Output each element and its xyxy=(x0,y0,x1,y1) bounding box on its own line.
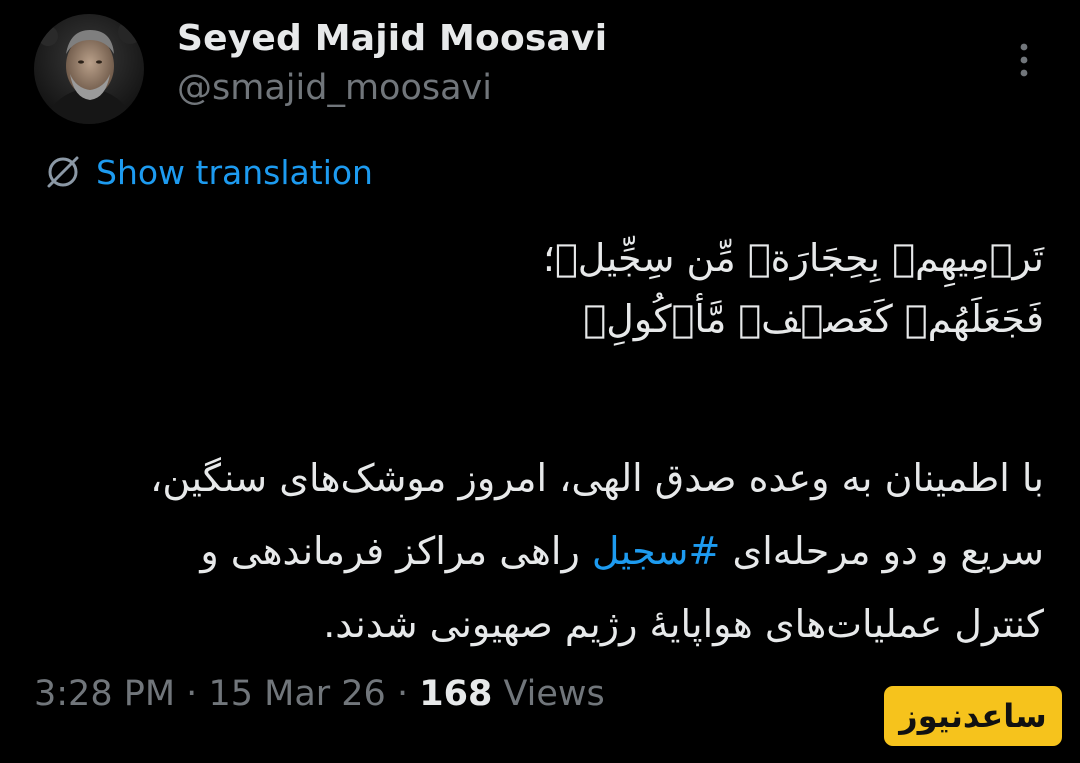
meta-separator: · xyxy=(396,674,409,714)
views-count[interactable]: 168 xyxy=(419,674,492,714)
more-options-button[interactable] xyxy=(1014,40,1034,80)
meta-separator: · xyxy=(186,674,198,714)
avatar[interactable] xyxy=(34,14,144,124)
watermark-text: ساعدنیوز xyxy=(899,697,1047,735)
tweet-time[interactable]: 3:28 PM xyxy=(34,674,175,714)
author-handle[interactable]: @smajid_moosavi xyxy=(177,68,492,108)
show-translation-label: Show translation xyxy=(96,152,373,192)
avatar-photo xyxy=(34,14,144,124)
body-line-2-before: سریع و دو مرحله‌ای xyxy=(720,529,1044,573)
verse-line-1: تَرۡمِيهِمۡ بِحِجَارَةٖ مِّن سِجِّيلٖ؛ xyxy=(542,236,1044,280)
hashtag-link[interactable]: #سجیل xyxy=(592,529,720,573)
more-vertical-icon xyxy=(1020,43,1028,77)
watermark-logo: ساعدنیوز xyxy=(884,686,1062,746)
body-line-2: سریع و دو مرحله‌ای #سجیل راهی مراکز فرما… xyxy=(44,515,1044,588)
body-line-1: با اطمینان به وعده صدق الهی، امروز موشک‌… xyxy=(150,456,1044,500)
translate-icon xyxy=(47,156,79,188)
body-line-2-after: راهی مراکز فرماندهی و xyxy=(200,529,592,573)
author-display-name[interactable]: Seyed Majid Moosavi xyxy=(177,18,607,59)
show-translation-button[interactable]: Show translation xyxy=(44,150,373,194)
body-line-3: کنترل عملیات‌های هواپایهٔ رژیم صهیونی شد… xyxy=(323,602,1044,646)
tweet-text: تَرۡمِيهِمۡ بِحِجَارَةٖ مِّن سِجِّيلٖ؛ ف… xyxy=(44,228,1044,661)
verse-line-2: فَجَعَلَهُمۡ كَعَصۡفٖ مَّأۡكُولِۭ xyxy=(583,297,1044,341)
tweet-meta: 3:28 PM · 15 Mar 26 · 168 Views xyxy=(34,674,605,714)
tweet-date[interactable]: 15 Mar 26 xyxy=(208,674,385,714)
views-label[interactable]: Views xyxy=(503,674,604,714)
